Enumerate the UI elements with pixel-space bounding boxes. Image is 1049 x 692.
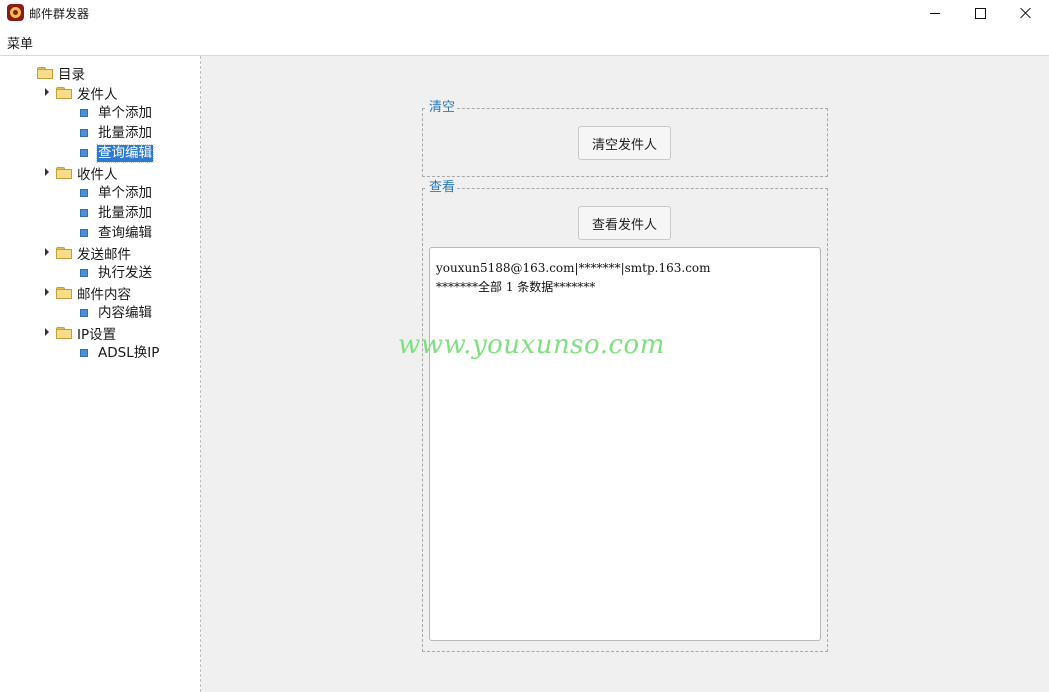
- tree-group-ip-settings[interactable]: IP设置: [56, 323, 116, 343]
- item-icon: [80, 349, 88, 357]
- menu-bar: 菜单: [0, 26, 1049, 56]
- maximize-icon: [974, 7, 986, 19]
- expand-arrow-icon[interactable]: [45, 248, 49, 256]
- tree-group-mail-content[interactable]: 邮件内容: [56, 283, 131, 303]
- watermark-text: www.youxunso.com: [398, 330, 665, 360]
- folder-open-icon: [56, 167, 72, 179]
- tree-item-label: 查询编辑: [98, 224, 152, 241]
- folder-open-icon: [56, 87, 72, 99]
- item-icon: [80, 109, 88, 117]
- item-icon: [80, 209, 88, 217]
- view-group-legend: 查看: [427, 180, 458, 196]
- expand-arrow-icon[interactable]: [45, 328, 49, 336]
- output-line: *******全部 1 条数据*******: [436, 280, 596, 294]
- expand-arrow-icon[interactable]: [45, 168, 49, 176]
- tree-item-label: 批量添加: [98, 204, 152, 221]
- tree-item-label: 内容编辑: [98, 304, 152, 321]
- tree-item-label-selected: 查询编辑: [96, 143, 154, 163]
- tree-item-label: ADSL换IP: [98, 344, 160, 361]
- item-icon: [80, 149, 88, 157]
- item-icon: [80, 309, 88, 317]
- app-logo-icon: [7, 4, 24, 21]
- tree-item-execute-send[interactable]: 执行发送: [80, 263, 153, 283]
- tree-item-recipient-batch-add[interactable]: 批量添加: [80, 203, 153, 223]
- tree-item-sender-single-add[interactable]: 单个添加: [80, 103, 153, 123]
- tree-root-label: 目录: [58, 67, 85, 83]
- clear-group-legend: 清空: [427, 100, 458, 116]
- tree-item-recipient-single-add[interactable]: 单个添加: [80, 183, 153, 203]
- tree-group-label: 发送邮件: [77, 247, 131, 263]
- minimize-icon: [930, 12, 940, 14]
- item-icon: [80, 229, 88, 237]
- tree-group-label: 邮件内容: [77, 287, 131, 303]
- item-icon: [80, 269, 88, 277]
- item-icon: [80, 189, 88, 197]
- tree-group-label: 发件人: [77, 87, 118, 103]
- tree-root[interactable]: 目录: [37, 63, 85, 83]
- view-groupbox: 查看 查看发件人 youxun5188@163.com|*******|smtp…: [422, 180, 828, 652]
- item-icon: [80, 129, 88, 137]
- tree-item-label: 批量添加: [98, 124, 152, 141]
- output-line: youxun5188@163.com|*******|smtp.163.com: [436, 261, 711, 275]
- maximize-button[interactable]: [957, 0, 1003, 26]
- navigation-tree: 目录 发件人 单个添加 批量添加 查询编辑 收件人 单个添加 批量添加 查询编辑…: [0, 56, 201, 692]
- minimize-button[interactable]: [912, 0, 958, 26]
- tree-item-label: 执行发送: [98, 264, 152, 281]
- close-button[interactable]: [1003, 0, 1049, 26]
- view-senders-button[interactable]: 查看发件人: [578, 206, 671, 240]
- folder-open-icon: [56, 327, 72, 339]
- tree-item-adsl-change-ip[interactable]: ADSL换IP: [80, 343, 160, 363]
- tree-item-sender-batch-add[interactable]: 批量添加: [80, 123, 153, 143]
- tree-item-sender-query-edit[interactable]: 查询编辑: [80, 143, 154, 163]
- tree-group-label: IP设置: [77, 327, 117, 343]
- tree-item-label: 单个添加: [98, 104, 152, 121]
- tree-group-sender[interactable]: 发件人: [56, 83, 118, 103]
- tree-group-recipient[interactable]: 收件人: [56, 163, 118, 183]
- folder-open-icon: [56, 247, 72, 259]
- sender-output-textarea[interactable]: youxun5188@163.com|*******|smtp.163.com …: [429, 247, 821, 641]
- folder-open-icon: [56, 287, 72, 299]
- expand-arrow-icon[interactable]: [45, 288, 49, 296]
- tree-item-recipient-query-edit[interactable]: 查询编辑: [80, 223, 153, 243]
- window-title: 邮件群发器: [29, 7, 90, 21]
- tree-group-label: 收件人: [77, 167, 118, 183]
- title-bar: 邮件群发器: [0, 0, 1049, 26]
- menu-main[interactable]: 菜单: [7, 33, 33, 52]
- expand-arrow-icon[interactable]: [45, 88, 49, 96]
- clear-senders-button[interactable]: 清空发件人: [578, 126, 671, 160]
- close-icon: [1020, 7, 1032, 19]
- tree-group-send-mail[interactable]: 发送邮件: [56, 243, 131, 263]
- clear-groupbox: 清空 清空发件人: [422, 100, 828, 177]
- tree-item-content-edit[interactable]: 内容编辑: [80, 303, 153, 323]
- folder-open-icon: [37, 67, 53, 79]
- tree-item-label: 单个添加: [98, 184, 152, 201]
- main-panel: 清空 清空发件人 查看 查看发件人 youxun5188@163.com|***…: [201, 56, 1049, 692]
